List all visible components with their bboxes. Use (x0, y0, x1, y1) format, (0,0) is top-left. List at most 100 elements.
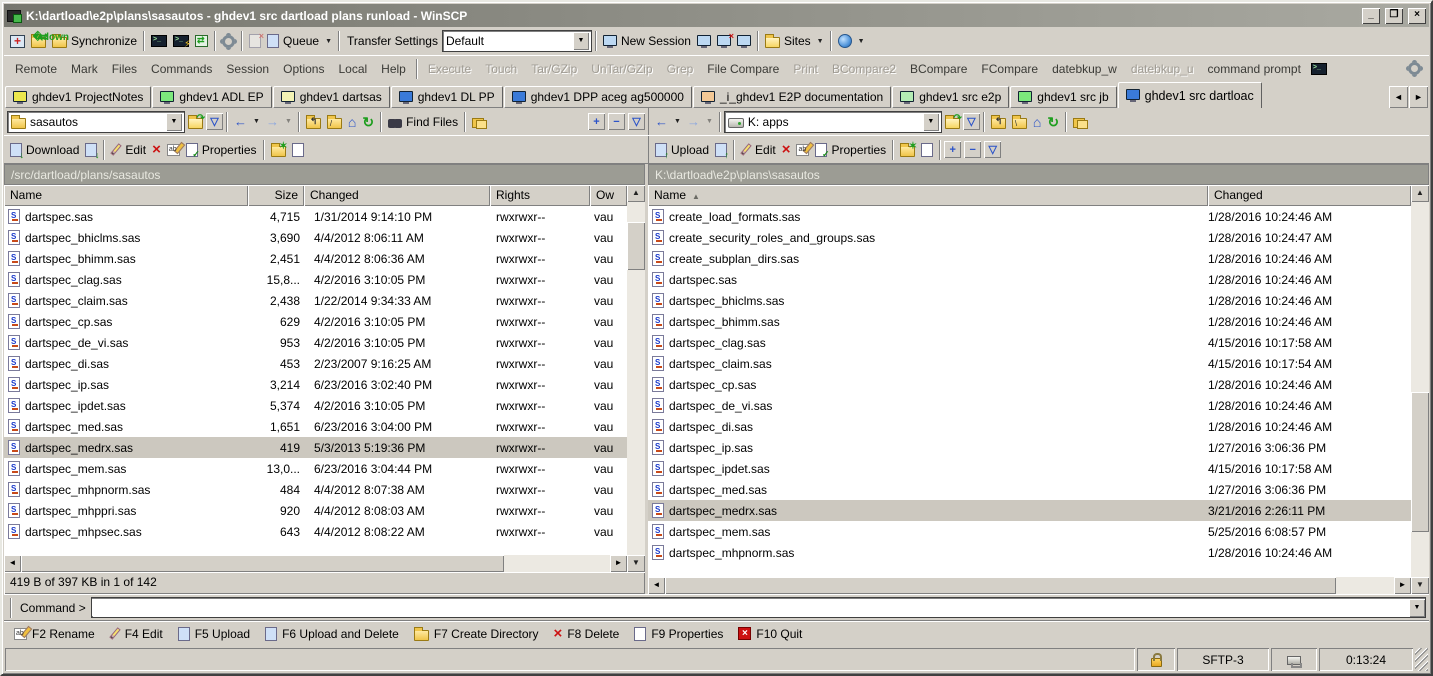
file-row-create-security-roles-and-groups-sas[interactable]: create_security_roles_and_groups.sas1/28… (648, 227, 1411, 248)
fkey-properties[interactable]: F9 Properties (634, 627, 723, 641)
column-header-owner[interactable]: Ow (590, 185, 627, 206)
file-row-dartspec-claim-sas[interactable]: dartspec_claim.sas2,4381/22/2014 9:34:33… (4, 290, 627, 311)
tab-ghdev1-dartsas[interactable]: ghdev1 dartsas (273, 86, 390, 108)
right-rename-button[interactable] (793, 142, 812, 158)
scroll-left-icon[interactable]: ◄ (4, 555, 21, 572)
right-filter-button[interactable]: ▽ (963, 113, 980, 130)
file-row-dartspec-mhppri-sas[interactable]: dartspec_mhppri.sas9204/4/2012 8:08:03 A… (4, 500, 627, 521)
tab-scroll-right-icon[interactable]: ► (1409, 86, 1428, 108)
left-add-column-button[interactable]: + (588, 113, 605, 130)
file-row-dartspec-mhpnorm-sas[interactable]: dartspec_mhpnorm.sas4844/4/2012 8:07:38 … (4, 479, 627, 500)
file-row-dartspec-ipdet-sas[interactable]: dartspec_ipdet.sas5,3744/2/2016 3:10:05 … (4, 395, 627, 416)
column-header-name[interactable]: Name (4, 185, 248, 206)
right-root-dir-button[interactable]: \ (1009, 113, 1030, 131)
left-follow-link-button[interactable] (469, 113, 490, 131)
chevron-down-icon[interactable]: ▼ (1409, 599, 1425, 617)
remote-path-label[interactable]: /src/dartload/plans/sasautos (4, 164, 645, 185)
menu-commands[interactable]: Commands (144, 59, 219, 79)
column-header-size[interactable]: Size (248, 185, 304, 206)
custom-command-file-compare[interactable]: File Compare (700, 59, 786, 79)
right-remove-column-button[interactable]: − (964, 141, 981, 158)
close-session-button[interactable]: × (714, 33, 734, 50)
run-command-button[interactable]: ⚡︎ (170, 33, 192, 49)
file-row-dartspec-medrx-sas[interactable]: dartspec_medrx.sas3/21/2016 2:26:11 PM (648, 500, 1411, 521)
chevron-down-icon[interactable]: ▼ (573, 32, 589, 50)
custom-command-bcompare[interactable]: BCompare (903, 59, 974, 79)
file-row-dartspec-med-sas[interactable]: dartspec_med.sas1,6516/23/2016 3:04:00 P… (4, 416, 627, 437)
tab-ghdev1-src-e2p[interactable]: ghdev1 src e2p (892, 86, 1009, 108)
file-row-dartspec-di-sas[interactable]: dartspec_di.sas4532/23/2007 9:16:25 AMrw… (4, 353, 627, 374)
custom-command-command-prompt[interactable]: command prompt (1201, 59, 1308, 79)
scroll-up-icon[interactable]: ▲ (627, 185, 645, 202)
right-open-in-explorer-button[interactable] (918, 141, 936, 159)
file-row-dartspec-di-sas[interactable]: dartspec_di.sas1/28/2016 10:24:46 AM (648, 416, 1411, 437)
menu-remote[interactable]: Remote (8, 59, 64, 79)
fkey-edit[interactable]: F4 Edit (110, 627, 163, 641)
resize-grip[interactable] (1415, 648, 1428, 671)
scroll-down-icon[interactable]: ▼ (627, 555, 645, 572)
tab-ghdev1-dl-pp[interactable]: ghdev1 DL PP (391, 86, 503, 108)
tab-ghdev1-projectnotes[interactable]: ghdev1 ProjectNotes (5, 86, 151, 108)
fkey-create-directory[interactable]: F7 Create Directory (414, 627, 539, 641)
file-row-dartspec-bhiclms-sas[interactable]: dartspec_bhiclms.sas1/28/2016 10:24:46 A… (648, 290, 1411, 311)
download-options-button[interactable]: ↓ (82, 141, 100, 159)
file-row-create-load-formats-sas[interactable]: create_load_formats.sas1/28/2016 10:24:4… (648, 206, 1411, 227)
file-row-create-subplan-dirs-sas[interactable]: create_subplan_dirs.sas1/28/2016 10:24:4… (648, 248, 1411, 269)
tab-ghdev1-dpp-aceg-ag500000[interactable]: ghdev1 DPP aceg ag500000 (504, 86, 692, 108)
right-follow-link-button[interactable] (1070, 113, 1091, 131)
scroll-right-icon[interactable]: ► (610, 555, 627, 572)
left-forward-button[interactable]: →▼ (263, 112, 295, 131)
scrollbar-thumb[interactable] (627, 222, 645, 270)
scrollbar-thumb[interactable] (665, 577, 1336, 594)
refresh-panels-button[interactable] (192, 33, 211, 49)
file-row-dartspec-sas[interactable]: dartspec.sas1/28/2016 10:24:46 AM (648, 269, 1411, 290)
column-header-name[interactable]: Name▲ (648, 185, 1208, 206)
file-row-dartspec-mhpnorm-sas[interactable]: dartspec_mhpnorm.sas1/28/2016 10:24:46 A… (648, 542, 1411, 563)
fkey-quit[interactable]: ×F10 Quit (738, 627, 802, 641)
fkey-upload[interactable]: F5 Upload (178, 627, 250, 641)
fkey-upload-and-delete[interactable]: F6 Upload and Delete (265, 627, 399, 641)
left-open-directory-button[interactable]: ↷ (185, 113, 206, 131)
synchronize-browsing-button[interactable] (7, 33, 28, 50)
tab-ghdev1-adl-ep[interactable]: ghdev1 ADL EP (152, 86, 271, 108)
left-delete-button[interactable]: × (149, 141, 164, 159)
queue-button[interactable]: Queue ▼ (264, 32, 335, 50)
file-row-dartspec-medrx-sas[interactable]: dartspec_medrx.sas4195/3/2013 5:19:36 PM… (4, 437, 627, 458)
session-time-cell[interactable]: 0:13:24 (1319, 648, 1413, 671)
left-filter-button[interactable]: ▽ (206, 113, 223, 130)
right-open-directory-button[interactable]: ↷ (942, 113, 963, 131)
network-cell[interactable] (1271, 648, 1317, 671)
file-row-dartspec-cp-sas[interactable]: dartspec_cp.sas6294/2/2016 3:10:05 PMrwx… (4, 311, 627, 332)
transfer-settings-combobox[interactable]: Default ▼ (442, 30, 592, 52)
file-row-dartspec-bhiclms-sas[interactable]: dartspec_bhiclms.sas3,6904/4/2012 8:06:1… (4, 227, 627, 248)
right-home-dir-button[interactable]: ⌂ (1030, 114, 1044, 130)
left-directory-combobox[interactable]: sasautos ▼ (7, 111, 185, 133)
file-row-dartspec-claim-sas[interactable]: dartspec_claim.sas4/15/2016 10:17:54 AM (648, 353, 1411, 374)
tab-ghdev1-src-dartloac[interactable]: ghdev1 src dartloac (1118, 82, 1262, 108)
command-input[interactable] (92, 599, 1409, 616)
right-new-folder-button[interactable]: ✶ (897, 141, 918, 159)
left-open-in-explorer-button[interactable] (289, 141, 307, 159)
fkey-delete[interactable]: ×F8 Delete (554, 627, 620, 641)
scrollbar-thumb[interactable] (1411, 392, 1429, 532)
right-columns-filter-button[interactable]: ▽ (984, 141, 1001, 158)
scroll-down-icon[interactable]: ▼ (1411, 577, 1429, 594)
tab-ghdev1-src-jb[interactable]: ghdev1 src jb (1010, 86, 1116, 108)
save-session-button[interactable] (734, 33, 754, 50)
menu-local[interactable]: Local (331, 59, 374, 79)
preferences-button[interactable] (219, 33, 238, 50)
menu-files[interactable]: Files (105, 59, 144, 79)
left-home-dir-button[interactable]: ⌂ (345, 114, 359, 130)
open-console-button[interactable] (148, 33, 170, 49)
left-new-folder-button[interactable]: ✶ (268, 141, 289, 159)
left-parent-dir-button[interactable]: ↰ (303, 113, 324, 131)
file-row-dartspec-mhpsec-sas[interactable]: dartspec_mhpsec.sas6434/4/2012 8:08:22 A… (4, 521, 627, 542)
command-prompt-button[interactable] (1308, 61, 1330, 77)
left-columns-filter-button[interactable]: ▽ (628, 113, 645, 130)
chevron-down-icon[interactable]: ▼ (166, 113, 182, 131)
right-delete-button[interactable]: × (779, 141, 794, 159)
left-back-button[interactable]: ←▼ (231, 112, 263, 131)
local-vertical-scrollbar[interactable]: ▲ ▼ (1411, 185, 1429, 594)
menu-options[interactable]: Options (276, 59, 331, 79)
left-rename-button[interactable] (164, 142, 183, 158)
